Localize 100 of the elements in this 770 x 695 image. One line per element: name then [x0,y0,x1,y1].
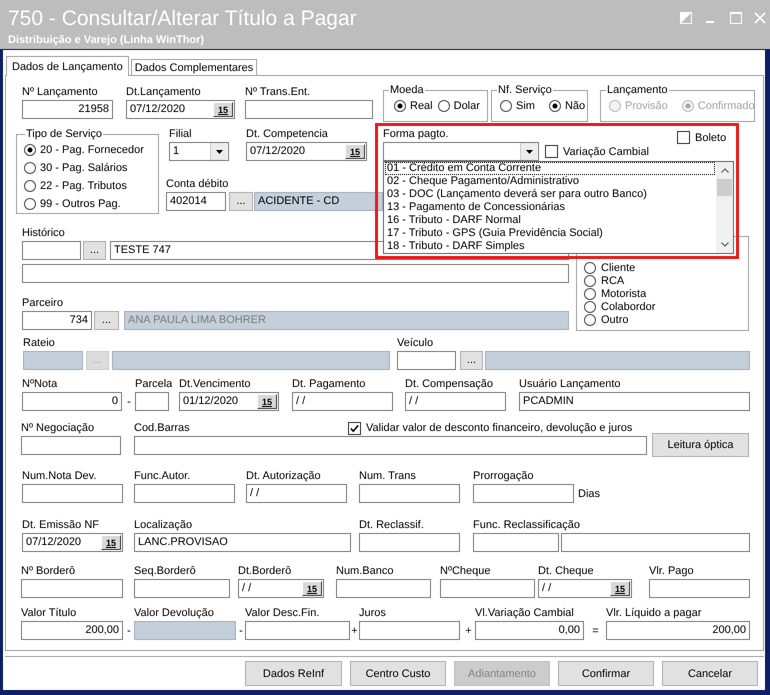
input-field[interactable] [649,579,750,598]
input-field[interactable]: PCADMIN [519,392,750,411]
operator-sign: = [592,624,599,636]
field-label: NºCheque [440,565,490,578]
list-option[interactable]: 02 - Cheque Pagamento/Administrativo [385,175,715,188]
field-label: Dt.Borderô [238,565,292,578]
scroll-up-icon[interactable] [720,168,728,173]
action-button[interactable]: Leitura óptica [652,433,749,457]
input-field[interactable] [473,484,574,503]
input-field[interactable]: 402014 [166,192,226,211]
input-field[interactable]: LANC.PROVISAO [134,533,351,552]
ellipsis-button[interactable]: ... [229,192,253,211]
date-field[interactable]: 07/12/2020 15 [126,100,235,119]
radio-button[interactable]: RCA [584,274,624,287]
input-field[interactable]: 734 [22,311,92,330]
dropdown-button[interactable] [210,143,227,160]
calendar-button[interactable]: 15 [302,581,322,596]
radio-button[interactable]: Real [394,100,433,112]
input-field[interactable] [135,392,169,411]
calendar-button[interactable]: 15 [345,144,365,159]
input-field[interactable]: 0,00 [475,621,584,640]
input-field[interactable] [134,484,235,503]
date-field[interactable]: 07/12/2020 15 [246,142,367,161]
field-label: Nº Lançamento [22,86,98,99]
list-option[interactable]: 03 - DOC (Lançamento deverá ser para outro Banco) [385,188,715,201]
unit-label: Dias [578,488,600,500]
input-field[interactable]: / / [405,392,506,411]
input-field[interactable]: 21958 [22,100,113,119]
input-field[interactable] [440,579,535,598]
input-field[interactable] [22,264,569,283]
radio-button[interactable]: Não [548,100,586,112]
input-field[interactable] [473,533,559,552]
checkbox[interactable]: Boleto [677,131,726,144]
checkbox[interactable]: Variação Cambial [545,145,650,158]
radio-button[interactable]: 30 - Pag. Salários [24,159,158,177]
dialog-button[interactable]: Centro Custo [350,661,446,686]
input-field[interactable] [21,436,121,455]
input-field[interactable]: / / [246,484,347,503]
radio-button[interactable]: Dolar [438,100,480,112]
radio-button[interactable]: Cliente [584,261,636,274]
ellipsis-button[interactable]: ... [94,311,119,330]
list-option[interactable]: 16 - Tributo - DARF Normal [385,214,715,227]
input-field[interactable] [21,579,123,598]
input-field[interactable]: / / [292,392,393,411]
input-field[interactable] [134,621,236,640]
input-field[interactable]: 200,00 [606,621,750,640]
input-field[interactable] [22,484,123,503]
calendar-button[interactable]: 15 [213,102,233,117]
field-label: Nº Borderô [21,565,76,578]
dropdown-button[interactable] [520,143,537,160]
dropdown-field[interactable]: 1 [169,142,229,161]
input-field[interactable]: ACIDENTE - CD [254,192,383,211]
date-field[interactable]: 01/12/2020 15 [179,392,279,411]
input-field[interactable]: 200,00 [21,621,123,640]
calendar-button[interactable]: 15 [257,394,277,409]
date-field[interactable]: / / 15 [538,579,632,598]
list-option[interactable]: 13 - Pagamento de Concessionárias [385,201,715,214]
operator-sign: - [127,624,131,636]
radio-button[interactable]: Motorista [584,287,646,300]
calendar-button[interactable]: 15 [101,535,121,550]
input-field[interactable] [245,621,350,640]
input-field[interactable]: 0 [22,392,122,411]
group-title: Tipo de Serviço [25,128,104,141]
input-field[interactable] [22,241,81,260]
radio-button[interactable]: Sim [500,100,535,112]
radio-button[interactable]: 22 - Pag. Tributos [24,177,158,195]
date-field[interactable]: / / 15 [238,579,324,598]
input-field[interactable] [359,484,460,503]
input-field[interactable] [485,351,750,370]
field-label: Dt. Cheque [538,565,594,578]
scroll-down-icon[interactable] [720,242,728,247]
list-option[interactable]: 17 - Tributo - GPS (Guia Previdência Social) [385,227,715,240]
radio-button[interactable]: Outro [584,313,629,326]
list-option[interactable]: 01 - Crédito em Conta Corrente [385,162,715,175]
ellipsis-button[interactable]: ... [83,241,106,260]
input-field[interactable] [134,579,230,598]
input-field[interactable] [561,533,750,552]
calendar-button[interactable]: 15 [610,581,630,596]
radio-button[interactable]: 99 - Outros Pag. [24,195,158,213]
input-field[interactable] [359,621,460,640]
input-field[interactable] [245,100,373,119]
checkbox[interactable]: Validar valor de desconto financeiro, devolução e juros [348,422,647,435]
input-field[interactable] [134,436,647,455]
operator-sign: + [351,624,358,636]
dialog-button[interactable]: Dados ReInf [245,661,342,686]
date-field[interactable]: 07/12/2020 15 [22,533,123,552]
tab[interactable]: Dados de Lançamento [6,56,129,76]
radio-button[interactable]: Colabordor [584,300,656,313]
ellipsis-button[interactable]: ... [460,351,483,370]
dropdown-field[interactable] [383,142,539,161]
dialog-button[interactable]: Cancelar [662,661,758,686]
input-field[interactable] [397,351,456,370]
field-label: Func.Autor. [134,470,190,483]
radio-button[interactable]: 20 - Pag. Fornecedor [24,141,158,159]
dialog-button[interactable]: Confirmar [558,661,654,686]
window-subtitle: Distribuição e Varejo (Linha WinThor) [8,34,204,47]
input-field[interactable] [336,579,431,598]
input-field[interactable] [359,533,460,552]
tab[interactable]: Dados Complementares [130,59,258,75]
scroll-thumb[interactable] [717,179,732,196]
